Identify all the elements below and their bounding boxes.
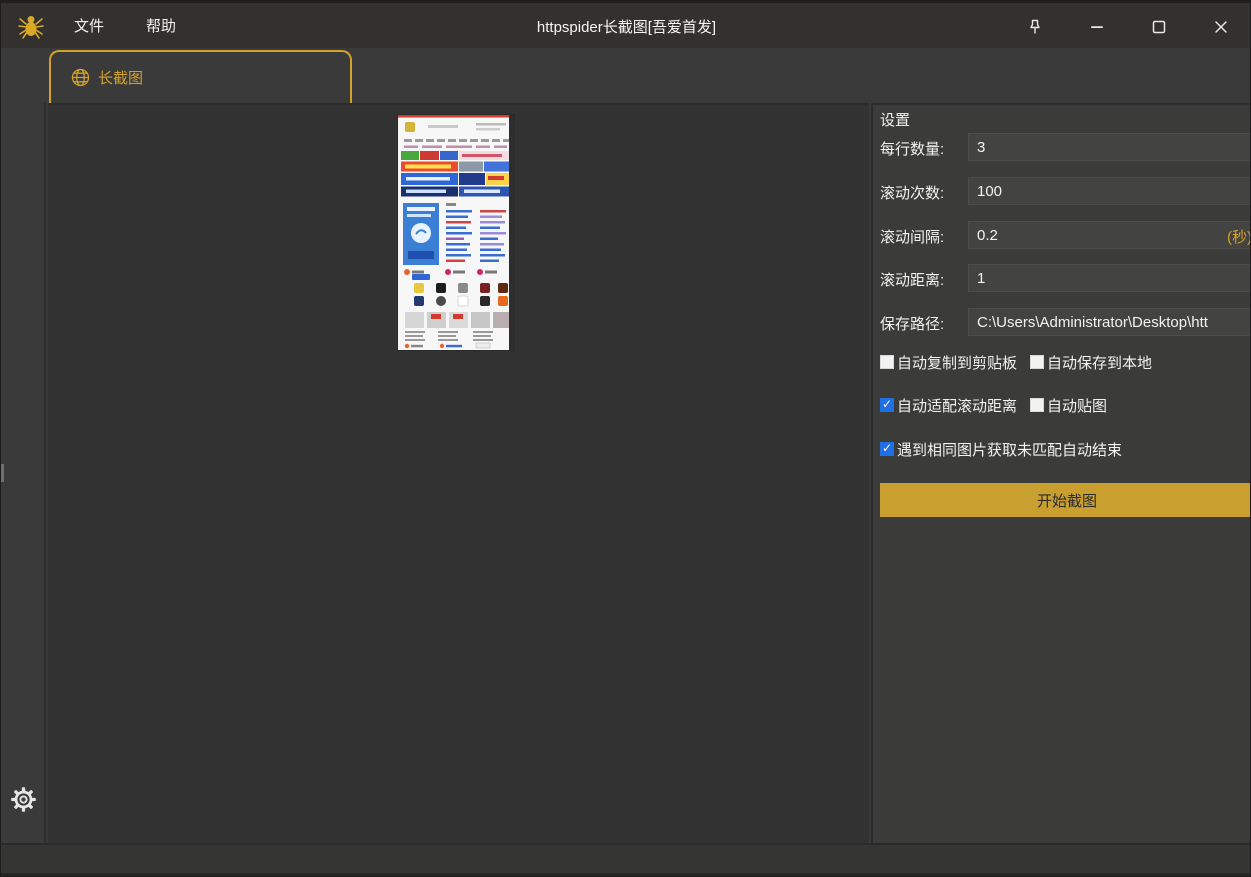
field-row-scroll-distance: 滚动距离: xyxy=(880,264,1251,292)
stop-on-duplicate-checkbox[interactable]: ✓ xyxy=(880,442,894,456)
minimize-button[interactable] xyxy=(1066,3,1128,50)
field-row-save-path: 保存路径: xyxy=(880,308,1251,336)
globe-icon xyxy=(71,68,90,87)
close-icon xyxy=(1212,18,1230,36)
settings-gear-icon[interactable]: (function(){ var t=document.getElementBy… xyxy=(11,787,36,812)
menu-file[interactable]: 文件 xyxy=(60,9,118,42)
spider-logo-icon xyxy=(16,11,46,41)
auto-copy-clipboard-checkbox[interactable]: ✓ xyxy=(880,355,894,369)
per-line-count-label: 每行数量: xyxy=(880,138,944,159)
scrollbar-thumb[interactable] xyxy=(1,464,4,482)
close-button[interactable] xyxy=(1190,3,1251,50)
title-bar: 文件 帮助 httpspider长截图[吾爱首发] xyxy=(1,1,1251,48)
settings-header: 设置 xyxy=(880,109,910,130)
checkbox-row-1: ✓ 自动复制到剪贴板 ✓ 自动保存到本地 xyxy=(880,353,1152,371)
field-row-per-line-count: 每行数量: xyxy=(880,133,1251,161)
start-capture-button[interactable]: 开始截图 xyxy=(880,483,1251,517)
capture-preview-area xyxy=(48,103,869,843)
left-sidebar: (function(){ var t=document.getElementBy… xyxy=(1,103,46,843)
scroll-count-label: 滚动次数: xyxy=(880,182,944,203)
webpage-thumbnail-graphic xyxy=(398,115,514,350)
maximize-button[interactable] xyxy=(1128,3,1190,50)
pin-button[interactable] xyxy=(1004,3,1066,50)
scroll-interval-input[interactable] xyxy=(968,221,1251,249)
checkbox-row-3: ✓ 遇到相同图片获取未匹配自动结束 xyxy=(880,440,1122,458)
auto-paste-image-label[interactable]: 自动贴图 xyxy=(1047,395,1107,416)
pin-icon xyxy=(1026,18,1044,36)
auto-copy-clipboard-label[interactable]: 自动复制到剪贴板 xyxy=(897,352,1017,373)
save-path-label: 保存路径: xyxy=(880,313,944,334)
auto-save-local-label[interactable]: 自动保存到本地 xyxy=(1047,352,1152,373)
scroll-interval-label: 滚动间隔: xyxy=(880,226,944,247)
auto-save-local-checkbox[interactable]: ✓ xyxy=(1030,355,1044,369)
stop-on-duplicate-label[interactable]: 遇到相同图片获取未匹配自动结束 xyxy=(897,439,1122,460)
scroll-count-input[interactable] xyxy=(968,177,1251,205)
tab-long-screenshot[interactable]: 长截图 xyxy=(49,50,352,103)
minimize-icon xyxy=(1088,18,1106,36)
checkbox-row-2: ✓ 自动适配滚动距离 ✓ 自动贴图 xyxy=(880,396,1107,414)
bottom-status-bar xyxy=(1,843,1251,877)
auto-fit-scroll-distance-checkbox[interactable]: ✓ xyxy=(880,398,894,412)
app-window: 文件 帮助 httpspider长截图[吾爱首发] xyxy=(0,0,1251,877)
field-row-scroll-count: 滚动次数: xyxy=(880,177,1251,205)
window-controls xyxy=(1004,3,1251,50)
maximize-icon xyxy=(1150,18,1168,36)
scroll-distance-input[interactable] xyxy=(968,264,1251,292)
auto-paste-image-checkbox[interactable]: ✓ xyxy=(1030,398,1044,412)
settings-panel: 设置 每行数量: 滚动次数: 滚动间隔: (秒) 滚动距离: 保存路径: ✓ 自… xyxy=(871,103,1251,843)
tab-strip: 长截图 xyxy=(1,48,1251,103)
tab-label: 长截图 xyxy=(98,67,143,88)
save-path-input[interactable] xyxy=(968,308,1251,336)
field-row-scroll-interval: 滚动间隔: (秒) xyxy=(880,221,1251,249)
scroll-distance-label: 滚动距离: xyxy=(880,269,944,290)
capture-preview-thumbnail[interactable] xyxy=(398,115,514,350)
auto-fit-scroll-distance-label[interactable]: 自动适配滚动距离 xyxy=(897,395,1017,416)
per-line-count-input[interactable] xyxy=(968,133,1251,161)
seconds-unit-label: (秒) xyxy=(1227,226,1251,247)
menu-help[interactable]: 帮助 xyxy=(132,9,190,42)
